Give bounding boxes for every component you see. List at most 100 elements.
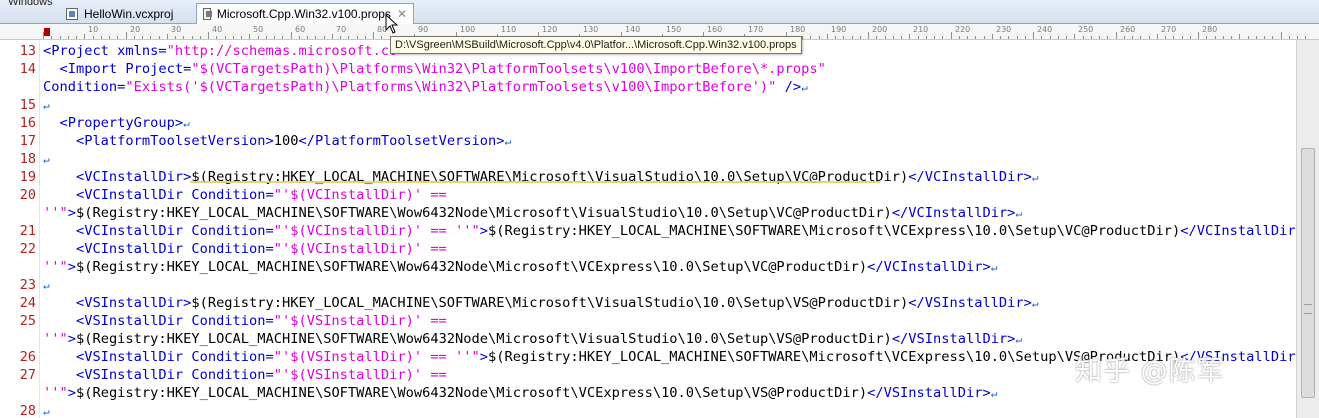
code-line[interactable]: <Import Project="$(VCTargetsPath)\Platfo… [43, 60, 825, 78]
ruler-tick [1008, 36, 1009, 39]
newline-mark-icon: ↵ [990, 261, 998, 274]
tab-microsoft-cpp-win32-props[interactable]: Microsoft.Cpp.Win32.v100.props ✕ [196, 3, 414, 24]
vertical-scrollbar[interactable] [1296, 40, 1319, 418]
code-line[interactable]: <PropertyGroup>↵ [43, 114, 189, 132]
ruler-tick [1083, 36, 1084, 39]
ruler-tick [819, 36, 820, 39]
code-line[interactable]: ''">$(Registry:HKEY_LOCAL_MACHINE\SOFTWA… [43, 384, 997, 402]
code-token: <VCInstallDir [43, 241, 192, 257]
line-number: 27 [19, 367, 36, 383]
ruler-tick [357, 36, 358, 39]
ruler-tick [315, 36, 316, 39]
ruler-tick [975, 36, 976, 39]
code-line[interactable]: <VCInstallDir Condition="'$(VCInstallDir… [43, 240, 447, 258]
ruler-tick [340, 36, 341, 39]
code-line[interactable]: ''">$(Registry:HKEY_LOCAL_MACHINE\SOFTWA… [43, 204, 1022, 222]
code-token: $(Registry:HKEY_LOCAL_MACHINE\SOFTWARE\W… [75, 385, 868, 401]
tab-label: HelloWin.vcxproj [84, 6, 174, 21]
scrollbar-thumb[interactable] [1301, 148, 1315, 398]
ruler-label: 30 [171, 25, 182, 34]
code-token: Condition= [191, 241, 274, 257]
newline-mark-icon: ↵ [504, 135, 512, 148]
ruler-tick [1256, 36, 1257, 39]
code-token: Condition= [191, 367, 274, 383]
code-token: </PlatformToolsetVersion> [298, 133, 505, 149]
code-line[interactable]: ''">$(Registry:HKEY_LOCAL_MACHINE\SOFTWA… [43, 330, 1022, 348]
line-number: 17 [19, 133, 36, 149]
code-token: <VSInstallDir> [43, 295, 192, 311]
code-token: </VSInstallDir> [908, 295, 1032, 311]
code-token: "'$(VCInstallDir)' == [273, 187, 447, 203]
code-line[interactable]: ↵ [43, 150, 50, 168]
ruler-tick [101, 36, 102, 39]
code-line[interactable]: ↵ [43, 96, 50, 114]
code-token: Condition= [191, 349, 274, 365]
code-line[interactable]: ↵ [43, 276, 50, 294]
ruler-tick [810, 36, 811, 39]
tab-hellowin-vcxproj[interactable]: HelloWin.vcxproj [60, 3, 190, 24]
code-line[interactable]: <VCInstallDir Condition="'$(VCInstallDir… [43, 186, 447, 204]
ruler-tick [365, 36, 366, 39]
ruler-tick [868, 32, 869, 39]
code-token: > [67, 259, 76, 275]
code-line[interactable]: <VSInstallDir Condition="'$(VSInstallDir… [43, 312, 447, 330]
ruler-tick [1074, 34, 1075, 39]
ruler-tick [1000, 36, 1001, 39]
ruler-tick [1140, 36, 1141, 39]
code-line[interactable]: ''">$(Registry:HKEY_LOCAL_MACHINE\SOFTWA… [43, 258, 997, 276]
ruler-tick [1239, 34, 1240, 39]
code-token: <PropertyGroup> [43, 115, 184, 131]
newline-mark-icon: ↵ [1031, 171, 1039, 184]
code-line[interactable]: <PlatformToolsetVersion>100</PlatformToo… [43, 132, 511, 150]
ruler-tick [1223, 36, 1224, 39]
ruler-tick [1058, 36, 1059, 39]
ruler-tick [1305, 36, 1306, 39]
code-line[interactable]: <VSInstallDir>$(Registry:HKEY_LOCAL_MACH… [43, 294, 1039, 312]
ruler-tick [150, 36, 151, 39]
ruler-tick [183, 36, 184, 39]
code-token: ''" [43, 205, 68, 221]
ruler-caret-marker [44, 28, 50, 36]
code-token: "'$(VCInstallDir)' == ''" [273, 223, 480, 239]
newline-mark-icon: ↵ [43, 153, 50, 166]
code-line[interactable]: <VSInstallDir Condition="'$(VSInstallDir… [43, 366, 447, 384]
line-number [0, 384, 36, 402]
code-token: </VCInstallDir> [867, 259, 991, 275]
code-line[interactable]: Condition="Exists('$(VCTargetsPath)\Plat… [43, 78, 808, 96]
ruler-tick [241, 36, 242, 39]
code-line[interactable]: <VCInstallDir>$(Registry:HKEY_LOCAL_MACH… [43, 168, 1039, 186]
line-number: 24 [19, 295, 36, 311]
ruler-tick [909, 34, 910, 39]
ruler-tick [1231, 36, 1232, 39]
ruler-tick [934, 36, 935, 39]
code-line[interactable]: ↵ [43, 402, 50, 418]
code-token: > [67, 205, 76, 221]
file-path-tooltip: D:\VSgreen\MSBuild\Microsoft.Cpp\v4.0\Pl… [390, 36, 802, 54]
line-number [0, 78, 36, 96]
ruler-tick [1206, 36, 1207, 39]
ruler-tick [1099, 36, 1100, 39]
ruler-tick [1132, 36, 1133, 39]
ruler-tick [1017, 36, 1018, 39]
ruler-tick [852, 36, 853, 39]
tab-label: Microsoft.Cpp.Win32.v100.props [216, 7, 391, 21]
line-number: 13 [19, 43, 36, 59]
line-number-gutter: 13 14 15 16 17 18 19 20 21 22 23 24 25 26 27 28 [0, 40, 40, 418]
code-line[interactable]: <Project xmlns="http://schemas.microsoft… [43, 42, 397, 60]
code-token: Condition= [43, 79, 126, 95]
newline-mark-icon: ↵ [43, 99, 50, 112]
code-line[interactable]: <VCInstallDir Condition="'$(VCInstallDir… [43, 222, 1296, 240]
ruler-tick [117, 36, 118, 39]
line-number: 14 [19, 61, 36, 77]
ruler-tick [84, 34, 85, 39]
newline-mark-icon: ↵ [801, 81, 808, 94]
code-token: <VCInstallDir> [43, 169, 192, 185]
line-number [0, 204, 36, 222]
ruler-tick [992, 34, 993, 39]
line-number [0, 258, 36, 276]
code-token: /> [776, 79, 802, 95]
code-token: 100 [273, 133, 299, 149]
code-token: "'$(VSInstallDir)' == ''" [273, 349, 480, 365]
ruler-label: 110 [501, 25, 517, 34]
code-token: ''" [43, 259, 68, 275]
